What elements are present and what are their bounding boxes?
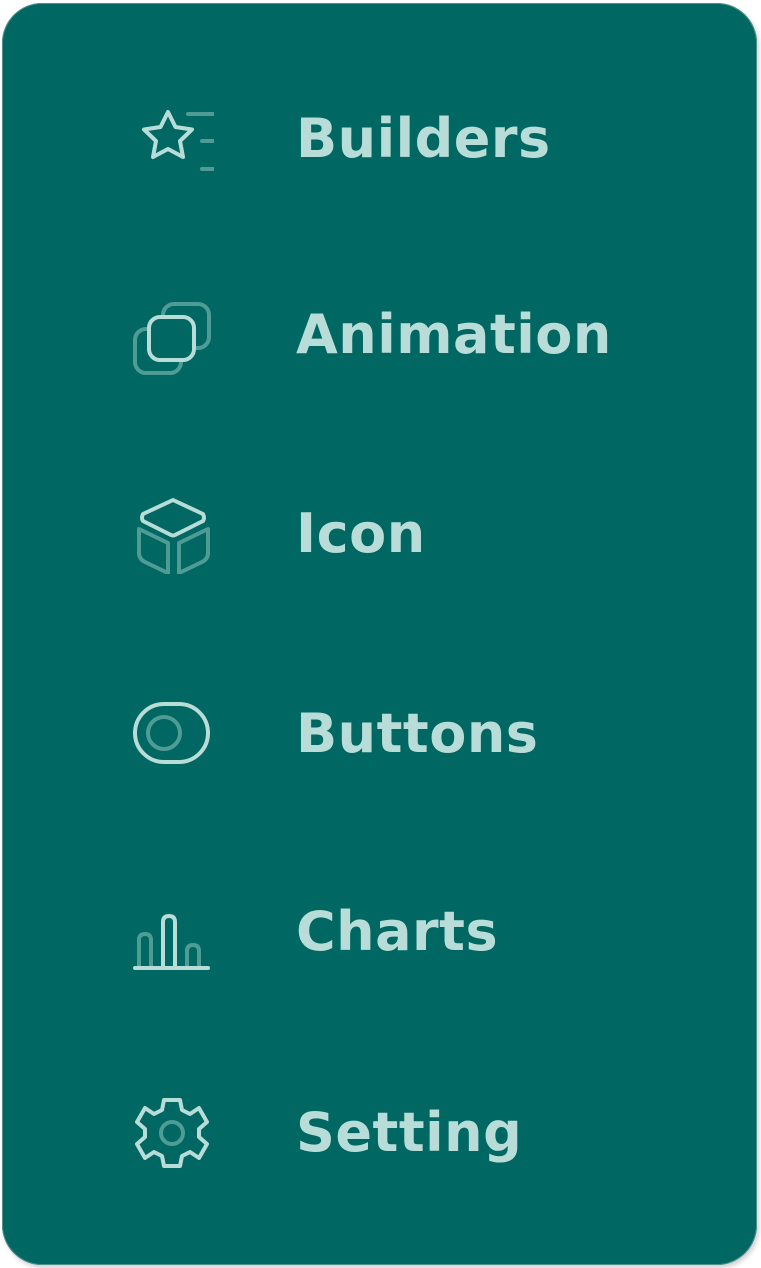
menu-item-label: Builders: [296, 107, 551, 170]
menu-item-label: Setting: [296, 1101, 523, 1164]
menu-item-setting[interactable]: Setting: [2, 1073, 757, 1193]
menu-item-label: Buttons: [296, 702, 539, 765]
menu-item-charts[interactable]: Charts: [2, 872, 757, 992]
sidebar-menu: Builders Animation Icon Buttons Charts S…: [2, 3, 757, 1265]
menu-item-label: Icon: [296, 502, 426, 565]
gear-icon: [130, 1093, 214, 1173]
stacked-squares-icon: [130, 295, 214, 375]
menu-item-buttons[interactable]: Buttons: [2, 674, 757, 794]
menu-item-icon[interactable]: Icon: [2, 474, 757, 594]
bar-chart-icon: [130, 892, 214, 972]
menu-item-label: Charts: [296, 900, 499, 963]
toggle-icon: [130, 694, 214, 774]
star-list-icon: [130, 99, 214, 179]
menu-item-builders[interactable]: Builders: [2, 79, 757, 199]
menu-item-label: Animation: [296, 303, 612, 366]
menu-item-animation[interactable]: Animation: [2, 275, 757, 395]
cube-icon: [130, 494, 214, 574]
